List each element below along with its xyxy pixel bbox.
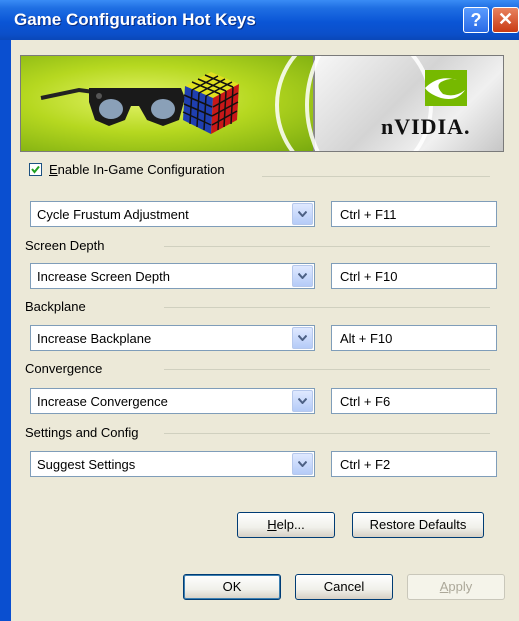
window-title: Game Configuration Hot Keys xyxy=(14,10,256,29)
action-select-settings-and-config[interactable]: Suggest Settings xyxy=(30,451,315,477)
section-label-backplane: Backplane xyxy=(25,299,86,314)
section-label-convergence: Convergence xyxy=(25,361,103,376)
select-value: Increase Screen Depth xyxy=(37,269,170,284)
apply-button[interactable]: Apply xyxy=(407,574,505,600)
section-label-settings-and-config: Settings and Config xyxy=(25,425,139,440)
close-icon[interactable]: ✕ xyxy=(492,7,519,33)
action-select-screen-depth[interactable]: Increase Screen Depth xyxy=(30,263,315,289)
nvidia-wordmark: nVIDIA. xyxy=(381,114,471,139)
stereo-glasses-icon xyxy=(40,87,185,126)
hotkey-field-convergence[interactable]: Ctrl + F6 xyxy=(331,388,497,414)
enable-config-label: Enable In-Game Configuration xyxy=(49,162,225,177)
action-select-cycle-frustum[interactable]: Cycle Frustum Adjustment xyxy=(30,201,315,227)
action-select-convergence[interactable]: Increase Convergence xyxy=(30,388,315,414)
hotkey-field-screen-depth[interactable]: Ctrl + F10 xyxy=(331,263,497,289)
section-divider xyxy=(164,369,490,370)
nvidia-banner: nVIDIA. xyxy=(20,55,504,152)
rubiks-cube-icon xyxy=(182,72,239,134)
chevron-down-icon[interactable] xyxy=(292,203,313,225)
help-button[interactable]: Help... xyxy=(237,512,335,538)
action-select-backplane[interactable]: Increase Backplane xyxy=(30,325,315,351)
title-bar[interactable]: Game Configuration Hot Keys ? ✕ xyxy=(0,0,519,40)
chevron-down-icon[interactable] xyxy=(292,453,313,475)
checkmark-icon xyxy=(31,165,40,174)
section-divider xyxy=(164,307,490,308)
hotkey-field-cycle-frustum[interactable]: Ctrl + F11 xyxy=(331,201,497,227)
help-icon[interactable]: ? xyxy=(463,7,489,33)
chevron-down-icon[interactable] xyxy=(292,390,313,412)
dialog-window: Game Configuration Hot Keys ? ✕ nVIDIA. … xyxy=(0,0,519,621)
select-value: Increase Convergence xyxy=(37,394,168,409)
select-value: Cycle Frustum Adjustment xyxy=(37,207,189,222)
select-value: Increase Backplane xyxy=(37,331,152,346)
chevron-down-icon[interactable] xyxy=(292,327,313,349)
cancel-button[interactable]: Cancel xyxy=(295,574,393,600)
hotkey-field-settings-and-config[interactable]: Ctrl + F2 xyxy=(331,451,497,477)
ok-button[interactable]: OK xyxy=(183,574,281,600)
group-divider xyxy=(262,176,490,177)
hotkey-field-backplane[interactable]: Alt + F10 xyxy=(331,325,497,351)
nvidia-eye-logo-icon xyxy=(425,70,467,106)
section-label-screen-depth: Screen Depth xyxy=(25,238,105,253)
section-divider xyxy=(164,246,490,247)
section-divider xyxy=(164,433,490,434)
checkbox-box[interactable] xyxy=(29,163,42,176)
select-value: Suggest Settings xyxy=(37,457,136,472)
window-frame-edge xyxy=(0,40,11,621)
restore-defaults-button[interactable]: Restore Defaults xyxy=(352,512,484,538)
chevron-down-icon[interactable] xyxy=(292,265,313,287)
